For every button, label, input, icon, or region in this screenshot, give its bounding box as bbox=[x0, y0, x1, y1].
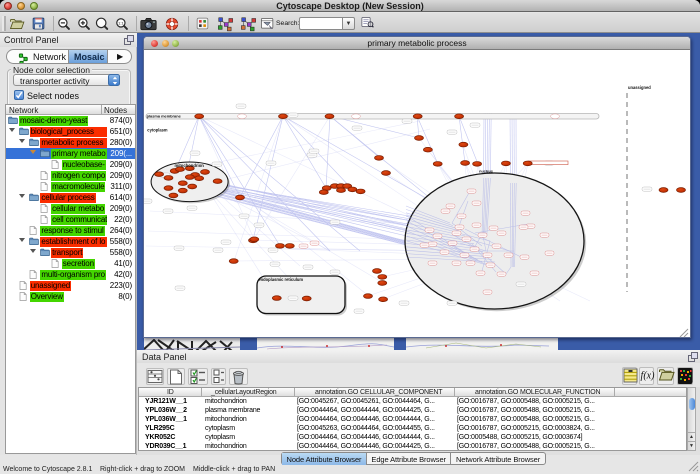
svg-text:1:1: 1:1 bbox=[118, 20, 124, 25]
svg-text:mitochondrion: mitochondrion bbox=[175, 163, 205, 168]
svg-text:unassigned: unassigned bbox=[628, 85, 651, 90]
svg-text:f(x): f(x) bbox=[641, 371, 655, 382]
svg-text:nucleus: nucleus bbox=[479, 170, 493, 174]
svg-text:endoplasmic reticulum: endoplasmic reticulum bbox=[258, 277, 303, 282]
svg-text:cytoplasm: cytoplasm bbox=[147, 127, 168, 132]
svg-text:plasma membrane: plasma membrane bbox=[147, 113, 182, 118]
